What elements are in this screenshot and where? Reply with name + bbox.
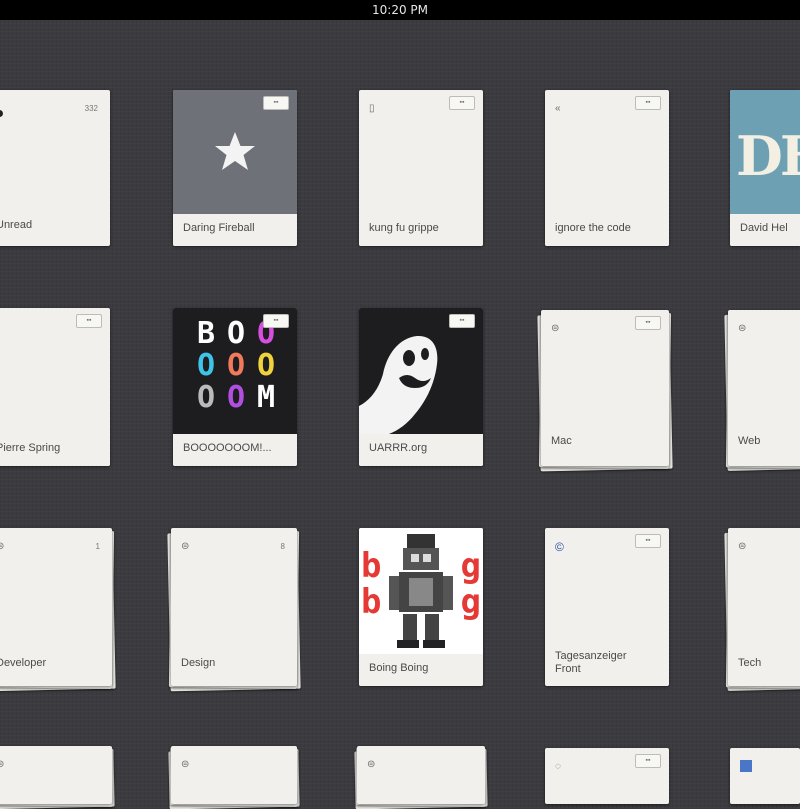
feed-icon: ▯ [369,103,375,114]
unread-dot-icon [0,110,3,117]
folder-label: Mac [551,435,572,447]
feed-label: Tagesanzeiger Front [555,650,627,675]
robot-icon [389,534,453,648]
folder-tile-developer[interactable]: ⊜ 1 Developer [0,528,116,692]
feed-tile-row4-4[interactable]: ◌ ▪▪ [545,748,669,804]
folder-icon: ⊜ [0,759,5,770]
folder-icon: ⊜ [738,323,747,334]
feed-badge-icon: ▪▪ [635,754,661,768]
folder-icon: ⊜ [181,759,190,770]
feed-label: Boing Boing [359,654,483,686]
feed-thumbnail: b g b g [359,528,483,654]
feed-badge-icon: ▪▪ [635,534,661,548]
feed-badge-icon: ▪▪ [263,96,289,110]
feed-label: Pierre Spring [0,434,110,466]
folder-tile-row4-1[interactable]: ⊜ [0,746,115,809]
feed-tile-row4-5[interactable] [730,748,800,804]
feed-label: Unread [0,219,33,231]
copyright-icon: © [555,540,564,554]
folder-icon: ⊜ [181,541,190,552]
folder-label: Web [738,435,761,447]
status-time: 10:20 PM [372,3,428,17]
feed-tile-unread[interactable]: 332 Unread [0,90,110,246]
feed-label: UARRR.org [359,434,483,466]
feed-thumbnail: DH [730,90,800,214]
feed-badge-icon: ▪▪ [449,314,475,328]
folder-icon: ⊜ [0,541,5,552]
feed-badge-icon: ▪▪ [76,314,102,328]
folder-tile-row4-2[interactable]: ⊜ [168,746,300,809]
folder-label: Design [181,657,216,669]
blue-square-icon [740,760,752,772]
folder-tile-row4-3[interactable]: ⊜ [354,746,488,809]
feed-tile-daring-fireball[interactable]: ▪▪ Daring Fireball [173,90,297,246]
rewind-icon: « [555,103,561,114]
folder-icon: ⊜ [367,759,376,770]
folder-label: Developer [0,657,47,669]
feed-badge-icon: ▪▪ [449,96,475,110]
folder-icon: ⊜ [551,323,560,334]
folder-tile-web[interactable]: ⊜ Web [724,310,800,471]
folder-count: 8 [280,542,285,551]
logo-letter: O [196,380,216,415]
logo-letter: O [256,348,276,383]
logo-letter: O [196,348,216,383]
folder-tile-tech[interactable]: ⊜ Tech [724,528,800,691]
feed-tile-boooooom[interactable]: B O O O O O O O M ▪▪ BOOOOOOOM!... [173,308,297,466]
logo-letter: M [256,380,276,415]
feed-label: ignore the code [545,214,669,246]
feed-tile-uarrr[interactable]: ▪▪ UARRR.org [359,308,483,466]
feed-label: Daring Fireball [173,214,297,246]
feed-tile-pierre-spring[interactable]: ◜ ▪▪ Pierre Spring [0,308,110,466]
feed-tile-tagesanzeiger[interactable]: © ▪▪ Tagesanzeiger Front [545,528,669,686]
feed-icon: ◌ [555,761,561,772]
feed-tile-david-hel[interactable]: DH David Hel [730,90,800,246]
feed-label: BOOOOOOOM!... [173,434,297,466]
boooooom-logo: B O O O O O O O M [191,318,281,414]
feed-badge-icon: ▪▪ [263,314,289,328]
feed-tile-boing-boing[interactable]: b g b g Boing Boing [359,528,483,686]
feed-label: David Hel [730,214,800,246]
feed-tile-kung-fu-grippe[interactable]: ▯ ▪▪ kung fu grippe [359,90,483,246]
folder-tile-design[interactable]: ⊜ 8 Design [167,528,301,692]
logo-letter: B [196,316,216,351]
feed-badge-icon: ▪▪ [635,96,661,110]
status-bar: 10:20 PM [0,0,800,20]
folder-label: Tech [738,657,762,669]
feed-label: kung fu grippe [359,214,483,246]
dh-logo-text: DH [736,124,800,188]
folder-tile-mac[interactable]: ⊜ ▪▪ Mac [537,310,673,472]
logo-letter: O [226,316,246,351]
feed-tile-ignore-the-code[interactable]: « ▪▪ ignore the code [545,90,669,246]
logo-letter: O [226,380,246,415]
feed-badge-icon: ▪▪ [635,316,661,330]
folder-icon: ⊜ [738,541,747,552]
folder-count: 1 [95,542,100,551]
logo-letter: O [226,348,246,383]
unread-count: 332 [84,104,98,113]
